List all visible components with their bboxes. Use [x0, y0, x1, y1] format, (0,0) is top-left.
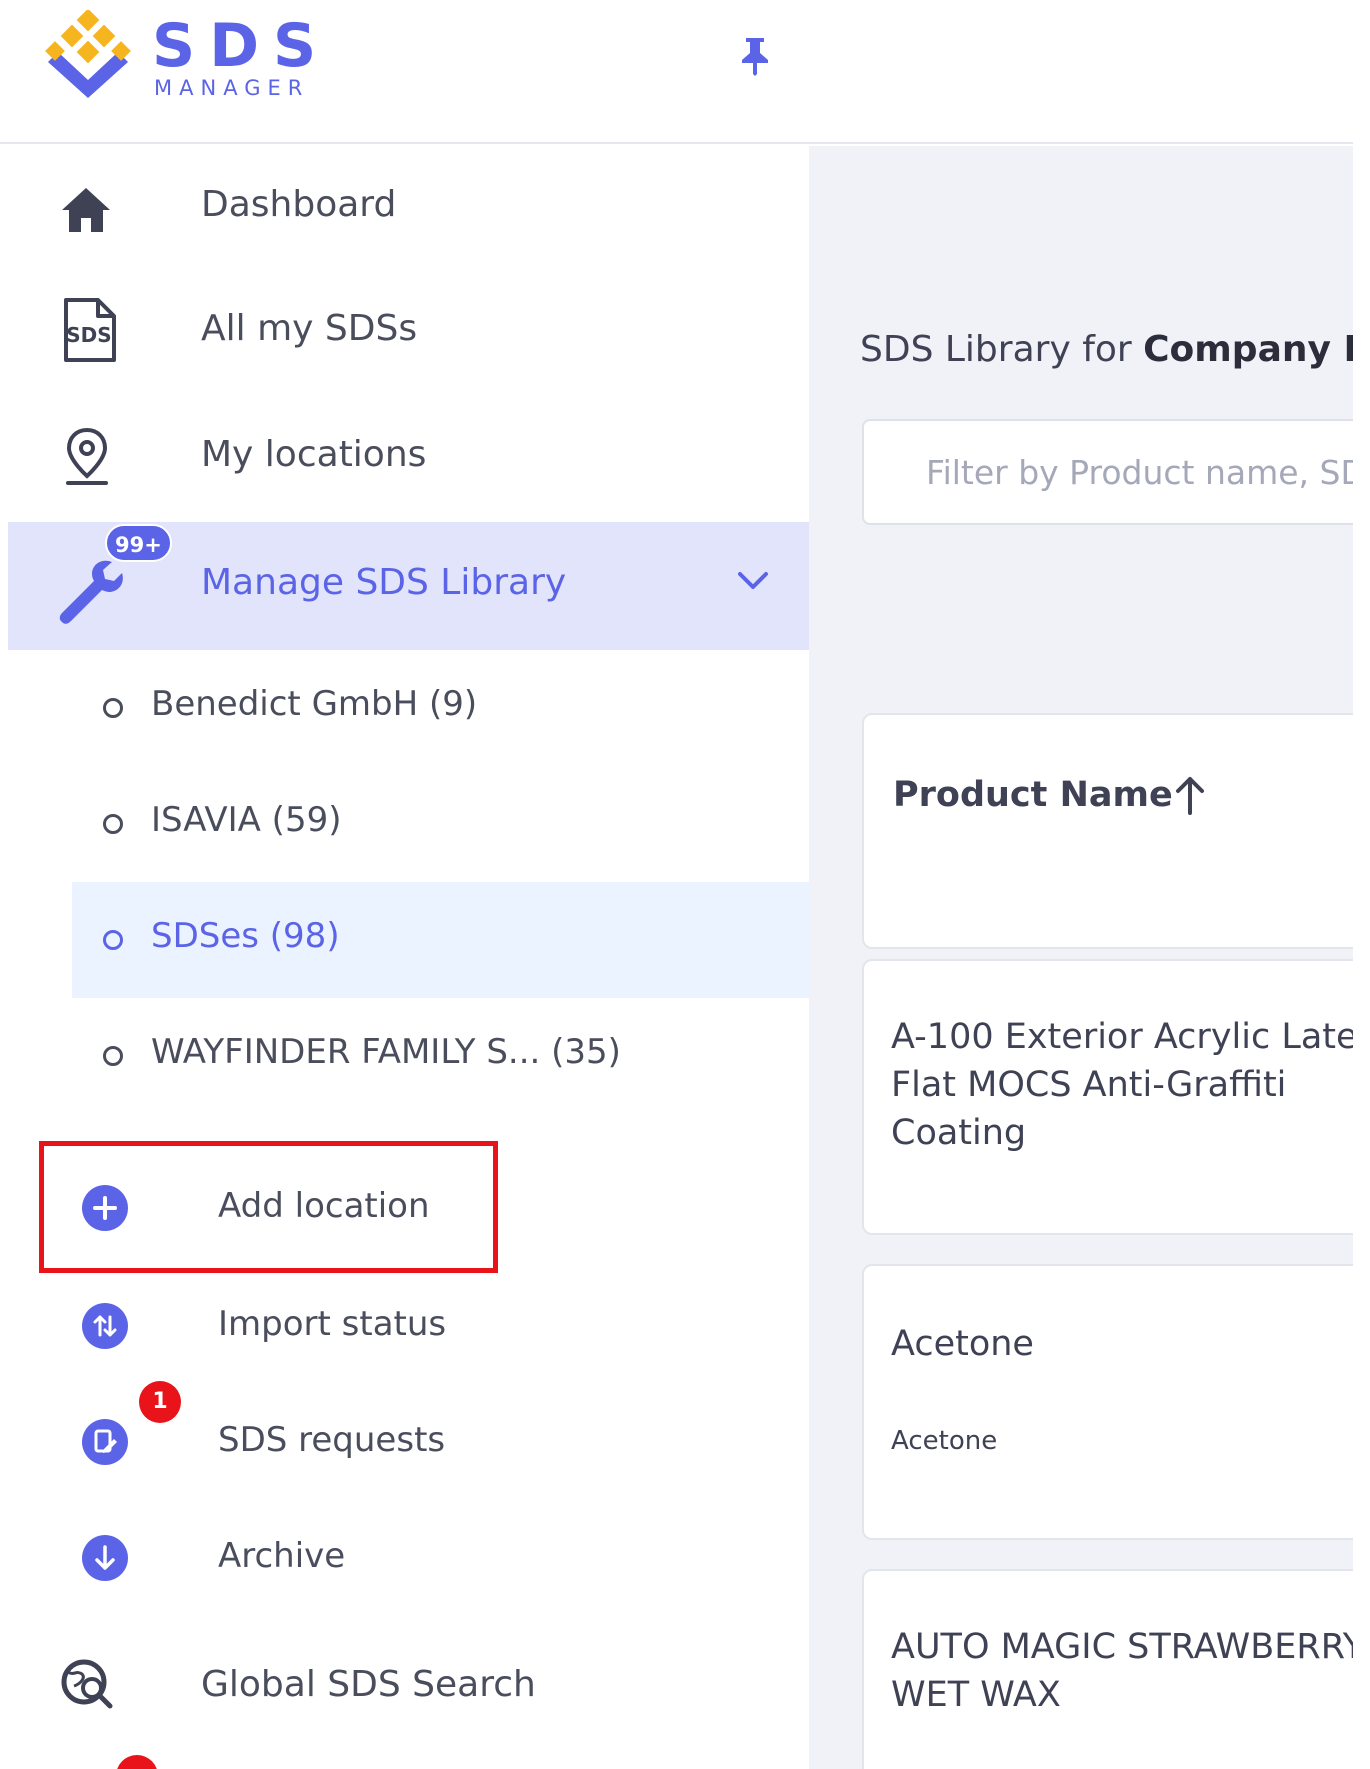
product-subtitle: Acetone	[891, 1426, 998, 1456]
bullet-circle-icon	[103, 698, 123, 718]
sds-manager-logo[interactable]: SDS MANAGER	[40, 10, 330, 105]
sidebar-item-label: My locations	[201, 434, 427, 475]
sidebar-subitem-benedict-gmbh[interactable]: Benedict GmbH (9)	[72, 650, 809, 766]
sidebar-item-label: Dashboard	[201, 184, 397, 225]
action-label: SDS requests	[218, 1420, 446, 1460]
bullet-circle-icon	[103, 814, 123, 834]
home-icon	[62, 188, 110, 232]
product-name[interactable]: Acetone	[891, 1320, 1353, 1368]
sidebar-subitem-isavia[interactable]: ISAVIA (59)	[72, 766, 809, 882]
sidebar-item-all-my-sdss[interactable]: SDS All my SDSs	[8, 266, 809, 394]
subitem-label: SDSes (98)	[151, 916, 340, 956]
sidebar-item-label: Global SDS Search	[201, 1664, 536, 1705]
sds-document-icon: SDS	[64, 298, 116, 362]
sidebar-item-dashboard[interactable]: Dashboard	[8, 146, 809, 266]
table-row[interactable]: AUTO MAGIC STRAWBERRY WET WAX	[862, 1569, 1353, 1769]
add-location-button[interactable]: Add location	[8, 1152, 809, 1262]
sds-requests-button[interactable]: 1 SDS requests	[8, 1381, 809, 1496]
table-row[interactable]: Acetone Acetone	[862, 1264, 1353, 1540]
filter-input[interactable]	[862, 419, 1353, 525]
chevron-down-icon[interactable]	[736, 570, 770, 592]
sidebar: Dashboard SDS All my SDSs My locations 9…	[8, 146, 809, 1769]
sidebar-subitem-sdses[interactable]: SDSes (98)	[72, 882, 809, 998]
bullet-circle-icon	[103, 930, 123, 950]
sidebar-item-label: Manage SDS Library	[201, 562, 567, 603]
page-title-company: Company N	[1143, 329, 1353, 370]
sidebar-item-label: All my SDSs	[201, 308, 418, 349]
page-title: SDS Library for Company N	[860, 329, 1353, 370]
archive-down-icon	[82, 1535, 128, 1581]
svg-text:SDS: SDS	[66, 323, 111, 347]
action-label: Import status	[218, 1304, 447, 1344]
logo-diamond-icon	[45, 10, 131, 98]
pin-icon[interactable]	[738, 36, 772, 76]
global-search-icon	[61, 1659, 113, 1709]
sort-ascending-icon[interactable]	[1174, 775, 1206, 815]
action-label: Add location	[218, 1186, 430, 1226]
request-edit-icon	[82, 1419, 128, 1465]
sidebar-item-my-locations[interactable]: My locations	[8, 394, 809, 522]
logo-subtitle: MANAGER	[154, 76, 310, 100]
plus-circle-icon	[82, 1185, 128, 1231]
subitem-label: WAYFINDER FAMILY S... (35)	[151, 1032, 621, 1072]
column-header-product-name[interactable]: Product Name	[893, 775, 1173, 815]
location-pin-icon	[66, 427, 108, 485]
subitem-label: ISAVIA (59)	[151, 800, 342, 840]
sidebar-subitem-wayfinder[interactable]: WAYFINDER FAMILY S... (35)	[72, 998, 809, 1114]
sidebar-item-manage-sds-library[interactable]: 99+ Manage SDS Library	[8, 522, 809, 650]
main-content: SDS Library for Company N Product Name A…	[809, 146, 1353, 1769]
requests-count-badge: 1	[139, 1381, 181, 1423]
page-title-prefix: SDS Library for	[860, 329, 1144, 370]
import-status-button[interactable]: Import status	[8, 1270, 809, 1380]
logo-title: SDS	[152, 11, 331, 81]
sidebar-item-global-sds-search[interactable]: Global SDS Search	[8, 1622, 809, 1750]
bullet-circle-icon	[103, 1046, 123, 1066]
app-header: SDS MANAGER	[0, 0, 1353, 144]
partial-badge	[116, 1755, 158, 1769]
product-name[interactable]: A-100 Exterior Acrylic Latex Flat MOCS A…	[891, 1013, 1353, 1157]
notification-badge: 99+	[105, 524, 172, 562]
action-label: Archive	[218, 1536, 346, 1576]
table-row[interactable]: A-100 Exterior Acrylic Latex Flat MOCS A…	[862, 959, 1353, 1235]
table-header-card: Product Name	[862, 713, 1353, 949]
archive-button[interactable]: Archive	[8, 1502, 809, 1612]
product-name[interactable]: AUTO MAGIC STRAWBERRY WET WAX	[891, 1623, 1353, 1719]
subitem-label: Benedict GmbH (9)	[151, 684, 478, 724]
import-arrows-icon	[82, 1303, 128, 1349]
wrench-icon	[59, 560, 123, 624]
